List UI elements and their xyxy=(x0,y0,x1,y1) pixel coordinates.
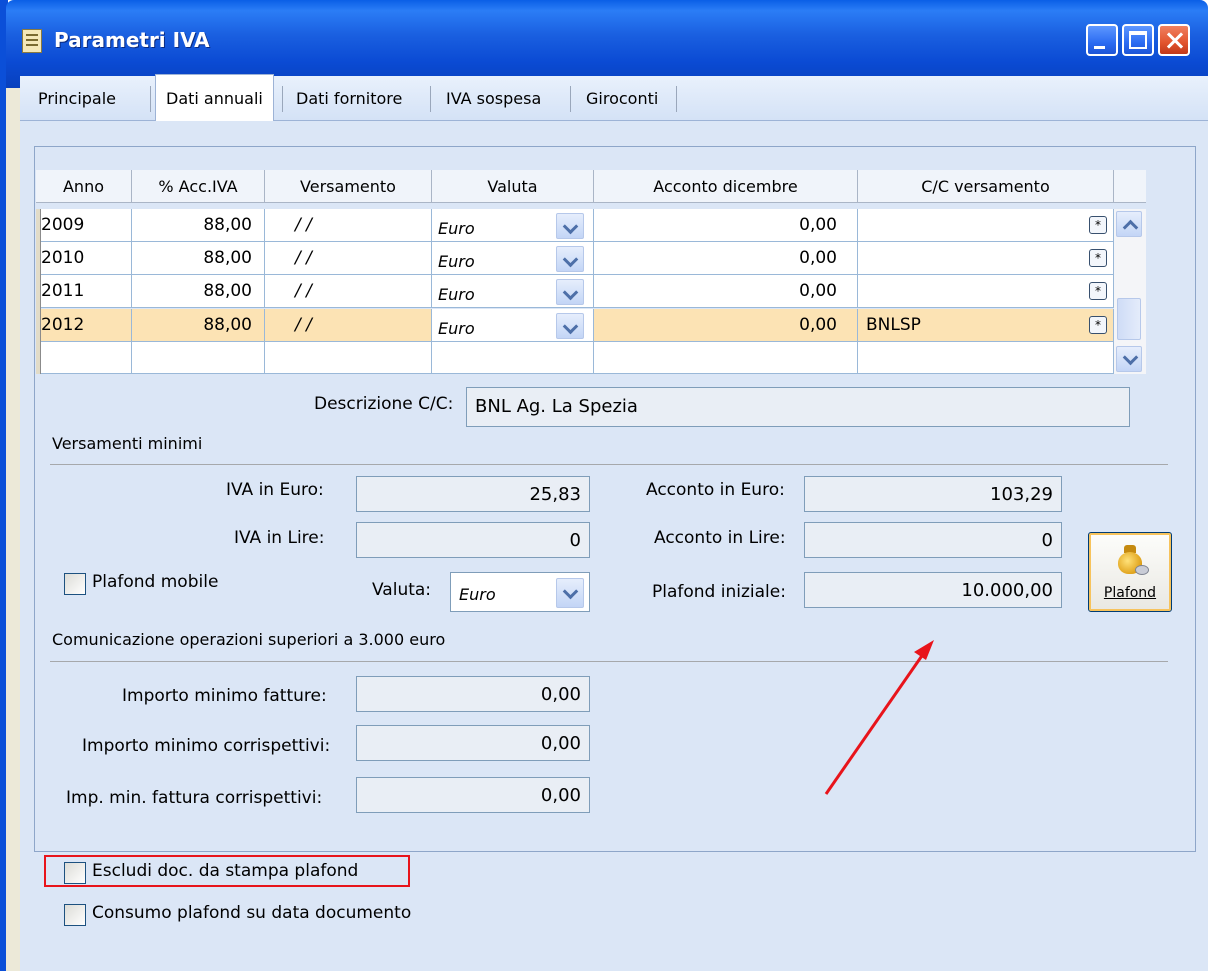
annotation-arrow xyxy=(824,640,934,795)
